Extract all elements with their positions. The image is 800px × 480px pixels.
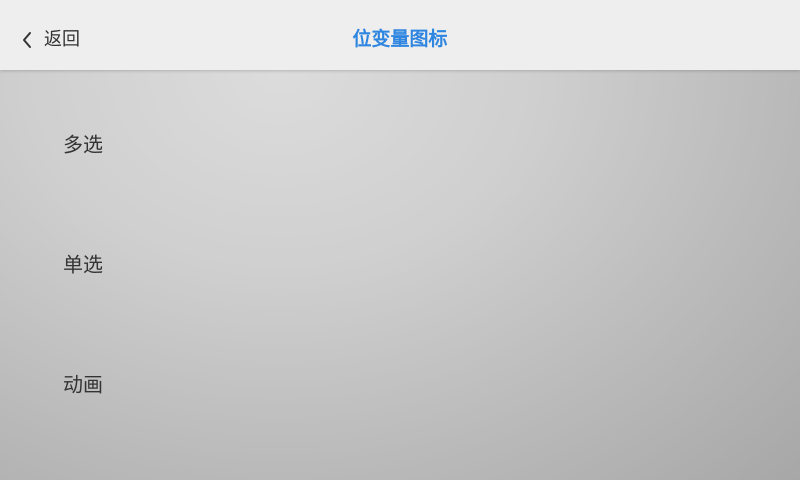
back-button[interactable]: 返回 [20,22,80,58]
menu-item-label: 多选 [63,132,103,157]
header-bar: 返回 位变量图标 [0,0,800,70]
menu-item-animation[interactable]: 动画 [0,323,800,443]
page-title: 位变量图标 [352,28,448,50]
menu-item-label: 动画 [63,372,103,397]
menu-item-multi-select[interactable]: 多选 [0,83,800,203]
menu-item-label: 单选 [63,252,103,277]
menu-list: 多选 单选 动画 [0,70,800,480]
chevron-left-icon [20,30,34,50]
menu-item-single-select[interactable]: 单选 [0,203,800,323]
back-label: 返回 [44,29,80,50]
